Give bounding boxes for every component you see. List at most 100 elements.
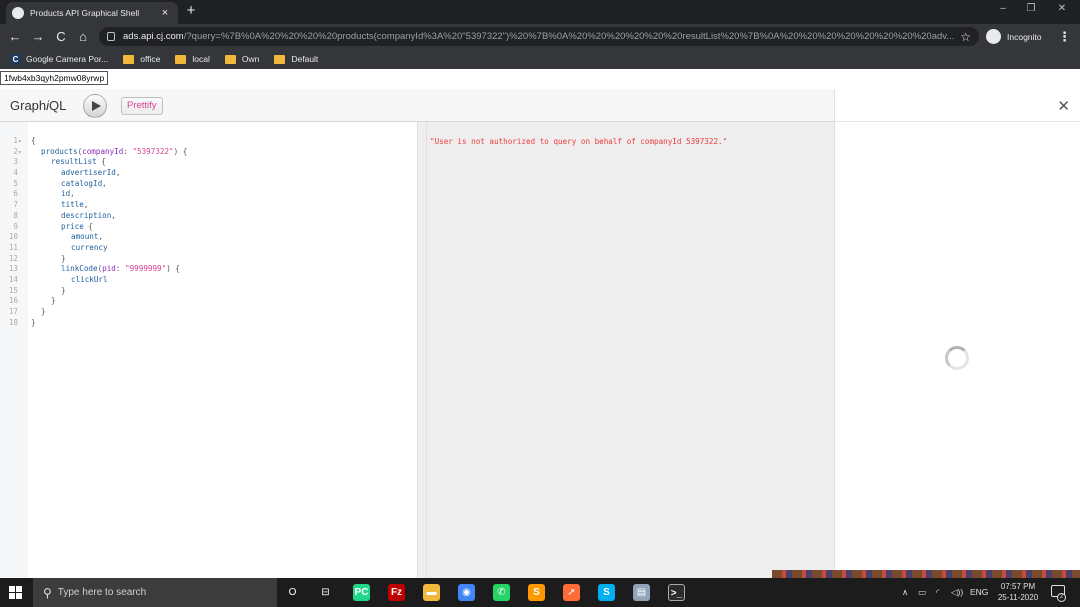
code-token: advertiserId — [61, 168, 116, 178]
bookmarks-bar: C Google Camera Por... office local Own … — [0, 49, 1080, 69]
bookmark-label: Google Camera Por... — [26, 54, 109, 64]
bookmark-label: office — [140, 54, 161, 64]
graphiql-title-suffix: QL — [49, 98, 67, 113]
query-editor[interactable]: 1▾{2▾ products(companyId: "5397322") {3 re… — [0, 122, 417, 578]
code-token: id — [61, 189, 71, 199]
code-token: } — [61, 253, 66, 263]
chrome-icon[interactable]: ◉ — [458, 584, 475, 601]
code-line: 11 currency — [0, 242, 108, 254]
language-indicator[interactable]: ENG — [970, 587, 988, 597]
code-line: 4 advertiserId, — [0, 168, 120, 179]
bookmark-local[interactable]: local — [175, 54, 210, 64]
minimize-icon[interactable]: – — [993, 3, 1013, 14]
code-text: resultList { — [31, 157, 106, 168]
code-token: ) { — [173, 146, 188, 156]
code-line: 18} — [0, 317, 36, 329]
line-number: 18 — [8, 317, 18, 327]
loading-spinner-icon — [945, 346, 969, 370]
file-explorer-icon[interactable]: ▬ — [423, 584, 440, 601]
task-view-icon[interactable]: ⊟ — [317, 584, 334, 601]
code-token: "9999999" — [125, 264, 167, 274]
code-token: title — [61, 200, 84, 210]
code-text: catalogId, — [31, 179, 107, 190]
lock-icon[interactable] — [107, 32, 115, 41]
code-token: amount — [71, 232, 99, 242]
code-line: 3 resultList { — [0, 157, 105, 168]
windows-start-icon[interactable] — [9, 586, 22, 599]
code-token: companyId — [82, 146, 124, 156]
line-number: 14 — [8, 274, 18, 284]
taskbar-search-box[interactable]: ⚲ Type here to search — [33, 578, 277, 607]
code-token: } — [51, 296, 56, 306]
sublime-icon[interactable]: S — [528, 584, 545, 601]
taskbar-clock[interactable]: 07:57 PM 25-11-2020 — [992, 581, 1044, 603]
code-text: } — [31, 254, 66, 265]
query-code: 1▾{2▾ products(companyId: "5397322") {3 re… — [0, 136, 188, 329]
code-token: , — [83, 200, 89, 210]
postman-icon[interactable]: ➚ — [563, 584, 580, 601]
code-token: } — [61, 285, 66, 295]
code-line: 9 price { — [0, 222, 93, 233]
prettify-button[interactable]: Prettify — [121, 97, 163, 115]
address-bar[interactable]: ads.api.cj.com /?query=%7B%0A%20%20%20%2… — [99, 27, 979, 46]
close-window-icon[interactable]: ✕ — [1052, 3, 1072, 14]
volume-icon[interactable]: ◁)) — [951, 587, 963, 598]
whatsapp-icon[interactable]: ✆ — [493, 584, 510, 601]
code-text: } — [31, 318, 36, 329]
skype-icon[interactable]: S — [598, 584, 615, 601]
bookmark-own[interactable]: Own — [224, 54, 260, 64]
url-path: /?query=%7B%0A%20%20%20%20products(compa… — [183, 31, 955, 42]
line-number: 6 — [13, 189, 18, 199]
execute-query-button[interactable] — [83, 94, 107, 118]
code-token: clickUrl — [71, 274, 108, 284]
line-number: 16 — [8, 296, 18, 306]
incognito-indicator[interactable]: Incognito — [986, 27, 1042, 46]
wifi-icon[interactable]: ◜ — [936, 587, 939, 598]
bookmark-label: Default — [291, 54, 319, 64]
cortana-icon[interactable]: O — [284, 584, 301, 601]
code-token: , — [98, 232, 104, 242]
bookmark-google-camera[interactable]: C Google Camera Por... — [10, 53, 109, 65]
forward-icon[interactable]: → — [29, 28, 47, 46]
home-icon[interactable]: ⌂ — [74, 28, 92, 46]
incognito-icon — [986, 29, 1001, 44]
maximize-icon[interactable]: ❐ — [1021, 3, 1041, 14]
line-number: 17 — [8, 307, 18, 316]
code-line: 16} — [0, 296, 56, 307]
browser-tab[interactable]: Products API Graphical Shell × — [6, 2, 178, 24]
bookmark-default[interactable]: Default — [274, 54, 318, 64]
browser-toolbar: ← → C ⌂ ads.api.cj.com /?query=%7B%0A%20… — [0, 24, 1080, 49]
filezilla-icon[interactable]: Fz — [388, 584, 405, 601]
terminal-icon[interactable]: >_ — [668, 584, 685, 601]
code-token: pid — [102, 264, 116, 274]
editor-resize-handle[interactable] — [417, 122, 427, 578]
bookmark-label: Own — [241, 54, 260, 64]
battery-icon[interactable]: ▭ — [918, 587, 926, 598]
code-text: id, — [31, 189, 75, 200]
tab-close-icon[interactable]: × — [158, 7, 172, 19]
bookmark-star-icon[interactable]: ☆ — [960, 30, 971, 44]
close-docs-icon[interactable]: ✕ — [1057, 97, 1070, 115]
browser-title-bar: Products API Graphical Shell × + – ❐ ✕ — [0, 0, 1080, 24]
code-text: clickUrl — [31, 275, 108, 286]
browser-menu-icon[interactable]: ⋮ — [1058, 29, 1071, 45]
new-tab-button[interactable]: + — [183, 2, 199, 19]
code-text: price { — [31, 222, 93, 233]
folder-icon — [175, 54, 187, 64]
pycharm-icon[interactable]: PC — [353, 584, 370, 601]
tray-chevron-icon[interactable]: ∧ — [902, 587, 908, 598]
printer-icon[interactable]: ▤ — [633, 584, 650, 601]
bookmark-office[interactable]: office — [123, 54, 160, 64]
code-text: } — [31, 286, 66, 297]
reload-icon[interactable]: C — [52, 28, 70, 46]
line-number: 11 — [8, 242, 18, 252]
line-number: 4 — [13, 168, 18, 178]
back-icon[interactable]: ← — [6, 28, 24, 46]
code-token: , — [102, 178, 107, 188]
code-token: { — [96, 157, 106, 167]
graphiql-toolbar: GraphiQL Prettify — [0, 89, 834, 122]
code-line: 15} — [0, 286, 66, 297]
code-token: products — [41, 146, 78, 156]
code-line: 2▾ products(companyId: "5397322") { — [0, 147, 187, 158]
code-token: { — [31, 136, 36, 145]
